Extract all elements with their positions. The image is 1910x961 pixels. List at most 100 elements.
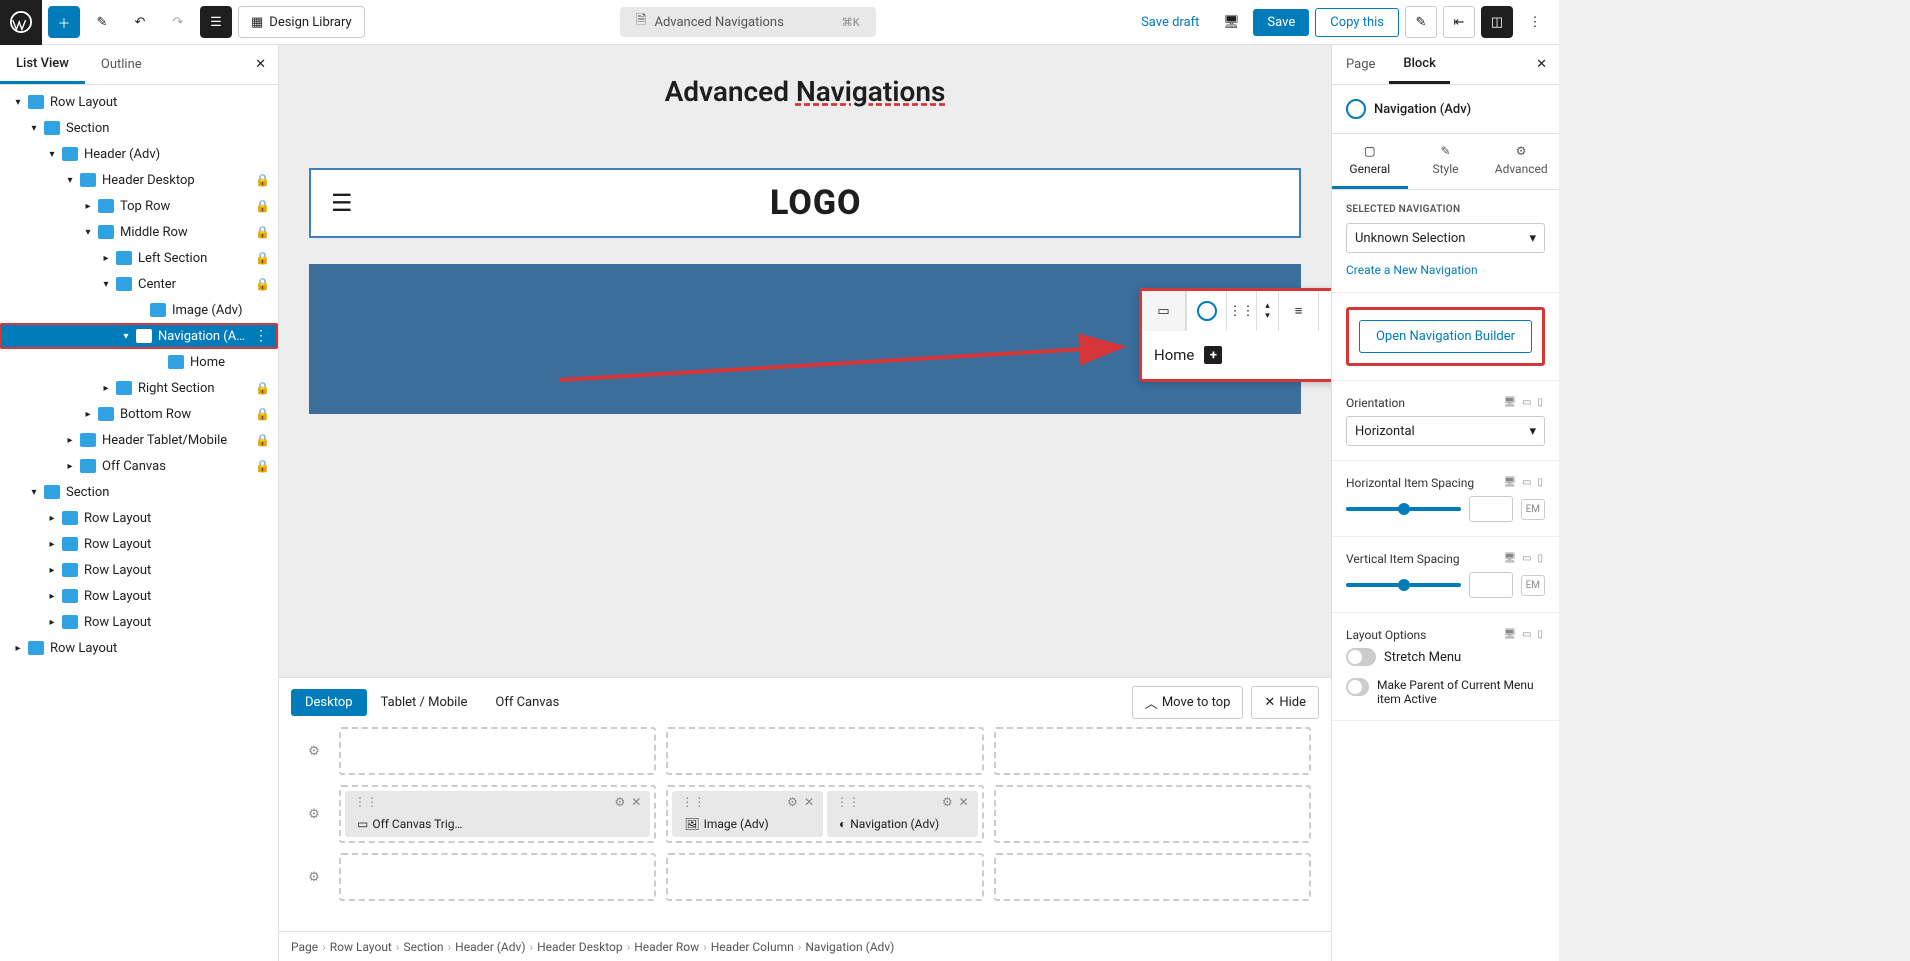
tree-toggle-icon[interactable]: ▾ xyxy=(8,97,28,108)
tab-desktop[interactable]: Desktop xyxy=(291,689,367,716)
toggle-panel-icon[interactable]: ⇤ xyxy=(1443,6,1475,38)
device-icons[interactable]: 🖥▭▯ xyxy=(1501,475,1545,490)
tree-row[interactable]: ▸Row Layout xyxy=(0,583,278,609)
breadcrumb-item[interactable]: Page xyxy=(291,940,318,954)
tree-row[interactable]: ▾Middle Row🔒 xyxy=(0,219,278,245)
tree-row[interactable]: ▾Section xyxy=(0,115,278,141)
tree-row[interactable]: ▸Row Layout xyxy=(0,531,278,557)
chip-off-canvas[interactable]: ⋮⋮⚙✕ ▭Off Canvas Trig… xyxy=(345,791,650,837)
unit-label[interactable]: EM xyxy=(1521,499,1545,520)
header-preview[interactable]: ☰ LOGO xyxy=(309,168,1301,238)
tree-row[interactable]: ▸Header Tablet/Mobile🔒 xyxy=(0,427,278,453)
tree-row[interactable]: ▸Bottom Row🔒 xyxy=(0,401,278,427)
open-navigation-builder-button[interactable]: Open Navigation Builder xyxy=(1359,320,1532,353)
tree-toggle-icon[interactable]: ▾ xyxy=(116,331,136,342)
builder-cell[interactable] xyxy=(994,727,1311,775)
chip-navigation[interactable]: ⋮⋮⚙✕ ◐Navigation (Adv) xyxy=(827,791,978,837)
tree-toggle-icon[interactable]: ▸ xyxy=(42,591,62,602)
create-nav-link[interactable]: Create a New Navigation xyxy=(1346,263,1478,277)
gear-icon[interactable]: ⚙ xyxy=(939,795,956,809)
breadcrumb-item[interactable]: Header Column xyxy=(711,940,794,954)
close-icon[interactable]: ✕ xyxy=(801,795,817,809)
design-library-button[interactable]: ▦ Design Library xyxy=(238,6,365,38)
drag-icon[interactable]: ⋮⋮ xyxy=(678,795,708,809)
tree-row[interactable]: ▾Center🔒 xyxy=(0,271,278,297)
tree-row[interactable]: ▸Row Layout xyxy=(0,609,278,635)
builder-cell[interactable] xyxy=(339,853,656,901)
hide-button[interactable]: ✕Hide xyxy=(1251,686,1319,719)
tree-toggle-icon[interactable]: ▸ xyxy=(60,461,80,472)
page-title-selector[interactable]: 🗎 Advanced Navigations ⌘K xyxy=(620,7,876,37)
tree-row[interactable]: ▸Right Section🔒 xyxy=(0,375,278,401)
add-nav-item-button[interactable]: + xyxy=(1204,346,1222,364)
tree-toggle-icon[interactable]: ▾ xyxy=(78,227,98,238)
breadcrumb-item[interactable]: Navigation (Adv) xyxy=(805,940,894,954)
tab-outline[interactable]: Outline xyxy=(85,47,158,82)
h-spacing-slider[interactable] xyxy=(1346,507,1461,511)
tree-toggle-icon[interactable]: ▸ xyxy=(42,565,62,576)
more-icon[interactable]: ⋮ xyxy=(248,328,268,344)
link-icon[interactable]: ↗ xyxy=(1319,291,1331,331)
copy-this-button[interactable]: Copy this xyxy=(1315,8,1399,37)
tree-toggle-icon[interactable]: ▸ xyxy=(96,253,116,264)
gear-icon[interactable]: ⚙ xyxy=(784,795,801,809)
breadcrumb-item[interactable]: Header (Adv) xyxy=(455,940,525,954)
breadcrumb-item[interactable]: Header Desktop xyxy=(537,940,623,954)
close-icon[interactable]: ✕ xyxy=(1524,57,1559,72)
builder-cell[interactable] xyxy=(339,727,656,775)
v-spacing-slider[interactable] xyxy=(1346,583,1461,587)
save-button[interactable]: Save xyxy=(1253,9,1309,36)
undo-button[interactable]: ↶ xyxy=(124,6,156,38)
breadcrumb-item[interactable]: Section xyxy=(403,940,443,954)
close-icon[interactable]: ✕ xyxy=(243,57,278,72)
tree-toggle-icon[interactable]: ▸ xyxy=(42,539,62,550)
tree-toggle-icon[interactable]: ▸ xyxy=(60,435,80,446)
settings-icon[interactable]: ✎ xyxy=(1405,6,1437,38)
tree-toggle-icon[interactable]: ▸ xyxy=(78,409,98,420)
drag-icon[interactable]: ⋮⋮ xyxy=(833,795,863,809)
subtab-style[interactable]: ✎Style xyxy=(1408,134,1484,189)
list-view-toggle[interactable]: ☰ xyxy=(200,6,232,38)
chip-image[interactable]: ⋮⋮⚙✕ 🖼Image (Adv) xyxy=(672,791,823,837)
tree-row[interactable]: ▸Top Row🔒 xyxy=(0,193,278,219)
more-options-icon[interactable]: ⋮ xyxy=(1519,6,1551,38)
add-block-button[interactable]: ＋ xyxy=(48,6,80,38)
edit-icon[interactable]: ✎ xyxy=(86,6,118,38)
breadcrumb-item[interactable]: Header Row xyxy=(634,940,699,954)
v-spacing-input[interactable] xyxy=(1469,572,1513,598)
tree-row[interactable]: Image (Adv) xyxy=(0,297,278,323)
tree-toggle-icon[interactable]: ▸ xyxy=(78,201,98,212)
tree-row[interactable]: ▾Row Layout xyxy=(0,89,278,115)
device-icons[interactable]: 🖥▭▯ xyxy=(1501,551,1545,566)
drag-handle-icon[interactable]: ⋮⋮ xyxy=(1227,291,1257,331)
tree-row[interactable]: ▸Row Layout xyxy=(0,635,278,661)
subtab-general[interactable]: ▢General xyxy=(1332,134,1408,189)
redo-button[interactable]: ↷ xyxy=(162,6,194,38)
tree-row[interactable]: Home xyxy=(0,349,278,375)
device-icons[interactable]: 🖥▭▯ xyxy=(1501,627,1545,642)
gear-icon[interactable]: ⚙ xyxy=(612,795,629,809)
tree-row[interactable]: ▸Left Section🔒 xyxy=(0,245,278,271)
tab-tablet-mobile[interactable]: Tablet / Mobile xyxy=(367,689,482,716)
tree-toggle-icon[interactable]: ▸ xyxy=(42,617,62,628)
nav-item-home[interactable]: Home xyxy=(1154,346,1194,364)
make-parent-toggle[interactable] xyxy=(1346,678,1369,696)
tree-toggle-icon[interactable]: ▸ xyxy=(8,643,28,654)
tree-toggle-icon[interactable]: ▸ xyxy=(96,383,116,394)
tab-off-canvas[interactable]: Off Canvas xyxy=(481,689,573,716)
device-icons[interactable]: 🖥▭▯ xyxy=(1501,395,1545,410)
builder-cell[interactable] xyxy=(666,853,983,901)
tab-list-view[interactable]: List View xyxy=(0,46,85,84)
inspector-toggle[interactable]: ◫ xyxy=(1481,6,1513,38)
tree-toggle-icon[interactable]: ▾ xyxy=(24,487,44,498)
move-arrows[interactable]: ▴▾ xyxy=(1257,291,1279,331)
tab-block[interactable]: Block xyxy=(1389,46,1449,84)
tree-toggle-icon[interactable]: ▾ xyxy=(24,123,44,134)
builder-cell[interactable] xyxy=(666,727,983,775)
tree-row[interactable]: ▾Section xyxy=(0,479,278,505)
hamburger-icon[interactable]: ☰ xyxy=(331,189,353,217)
builder-cell[interactable] xyxy=(994,853,1311,901)
tree-row[interactable]: ▸Row Layout xyxy=(0,505,278,531)
move-to-top-button[interactable]: ︿Move to top xyxy=(1132,686,1244,719)
wp-logo[interactable] xyxy=(0,0,42,45)
